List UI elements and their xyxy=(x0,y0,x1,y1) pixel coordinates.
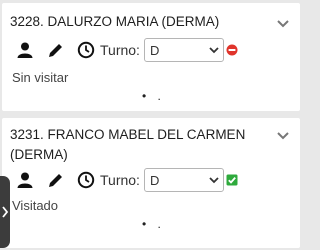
user-icon[interactable] xyxy=(16,171,34,189)
clock-icon xyxy=(77,171,95,189)
chevron-down-icon xyxy=(209,47,219,54)
visit-status-text: Sin visitar xyxy=(12,70,69,85)
clock-icon xyxy=(77,41,95,59)
side-drawer-tab[interactable] xyxy=(0,176,10,248)
turno-select[interactable]: D xyxy=(143,168,224,192)
patient-card: 3231. FRANCO MABEL DEL CARMEN (DERMA) Tu… xyxy=(2,118,300,248)
pager-dots: • . xyxy=(142,89,165,103)
green-check-square-icon xyxy=(226,174,238,186)
patient-actions-row: Turno: D xyxy=(16,38,238,62)
turno-label: Turno: xyxy=(100,42,140,58)
patient-card: 3228. DALURZO MARIA (DERMA) Turno: D Sin… xyxy=(2,3,300,111)
pencil-icon[interactable] xyxy=(47,41,65,59)
turno-label: Turno: xyxy=(100,172,140,188)
chevron-down-icon[interactable] xyxy=(276,131,290,141)
visit-status-text: Visitado xyxy=(12,198,59,213)
patient-title: 3231. FRANCO MABEL DEL CARMEN (DERMA) xyxy=(10,127,246,162)
pencil-icon[interactable] xyxy=(47,171,65,189)
turno-select-value: D xyxy=(149,42,160,58)
turno-select[interactable]: D xyxy=(143,38,224,62)
chevron-right-icon xyxy=(2,206,9,218)
pager-dots: • . xyxy=(142,217,165,231)
turno-select-value: D xyxy=(149,172,160,188)
user-icon[interactable] xyxy=(16,41,34,59)
patient-title: 3228. DALURZO MARIA (DERMA) xyxy=(10,14,220,29)
patient-actions-row: Turno: D xyxy=(16,168,238,192)
chevron-down-icon[interactable] xyxy=(276,19,290,29)
red-minus-circle-icon xyxy=(226,44,238,56)
chevron-down-icon xyxy=(209,177,219,184)
